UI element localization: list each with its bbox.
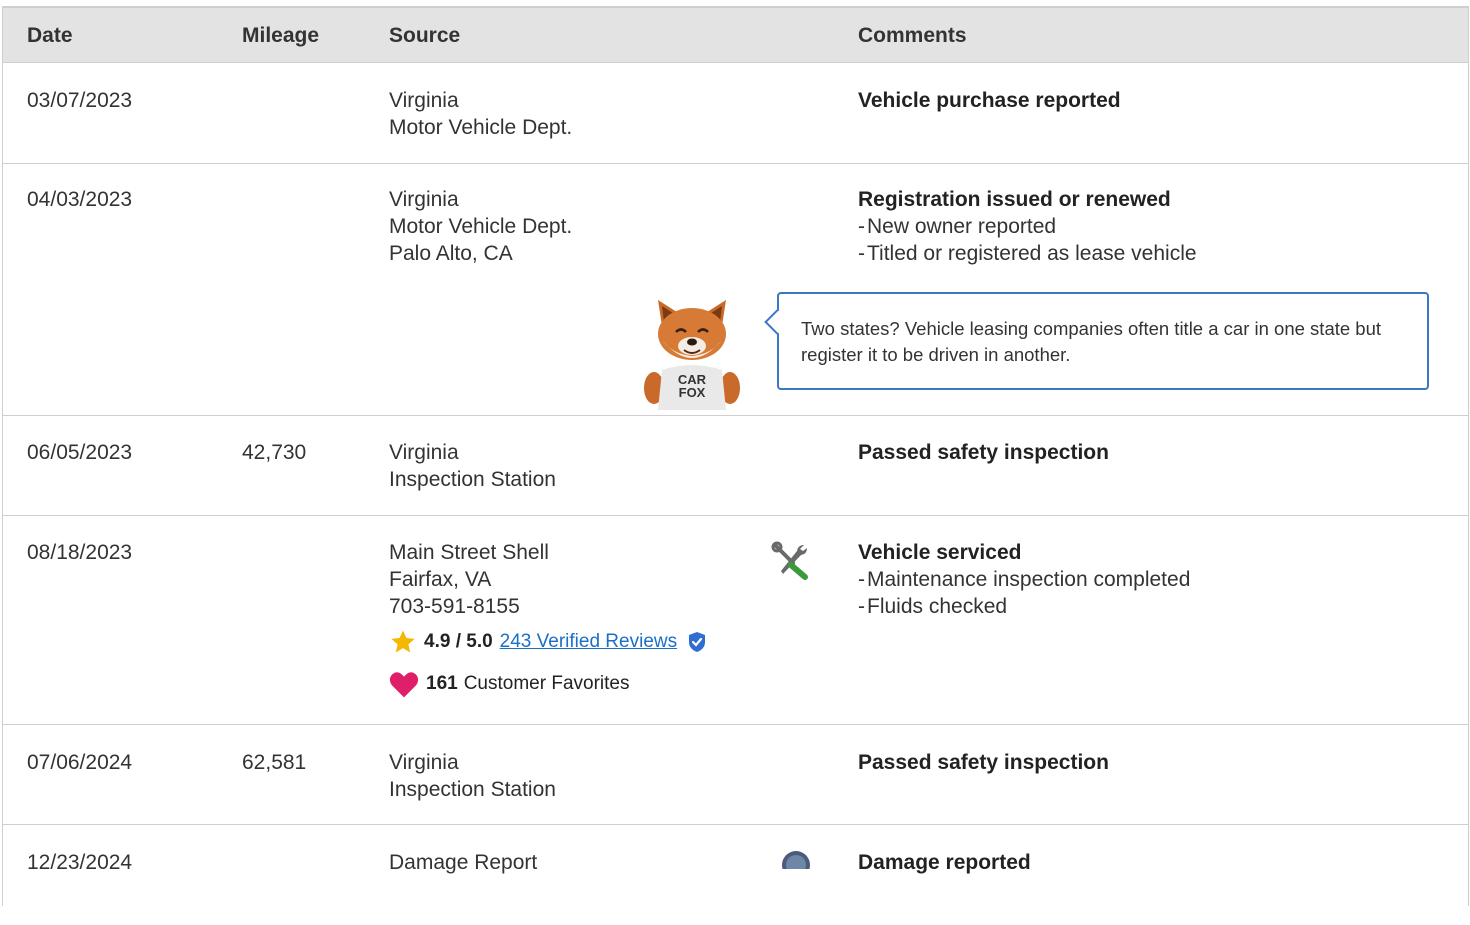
comment-title: Vehicle serviced [858,541,1022,564]
comment-title: Vehicle purchase reported [858,89,1121,112]
table-header: Date Mileage Source Comments [3,6,1468,63]
header-comments[interactable]: Comments [858,24,967,48]
row-mileage: 62,581 [242,751,307,774]
row-date: 07/06/2024 [27,751,133,774]
source-line: Inspection Station [389,778,556,801]
comment-title: Passed safety inspection [858,441,1109,464]
row-comments: Vehicle purchase reported [858,87,1121,114]
row-source: Damage Report [389,849,537,876]
row-source: Virginia Motor Vehicle Dept. [389,87,572,141]
vehicle-history-table: Date Mileage Source Comments 03/07/2023 … [2,6,1469,906]
source-line: Damage Report [389,851,538,874]
verified-reviews-link[interactable]: 243 Verified Reviews [500,631,677,653]
comment-item: Maintenance inspection completed [858,566,1190,593]
tooltip-text: Two states? Vehicle leasing companies of… [801,318,1382,365]
shop-rating: 4.9 / 5.0 243 Verified Reviews [388,628,707,656]
shop-phone[interactable]: 703-591-8155 [389,593,549,620]
header-mileage[interactable]: Mileage [242,24,319,48]
rating-score: 4.9 / 5.0 [424,631,493,652]
source-line: Motor Vehicle Dept. [389,116,573,139]
table-row: 06/05/2023 42,730 Virginia Inspection St… [3,416,1468,516]
source-line: Virginia [389,441,459,464]
damage-icon [782,851,810,869]
header-source[interactable]: Source [389,24,460,48]
shop-name[interactable]: Main Street Shell [389,539,549,566]
source-line: Motor Vehicle Dept. [389,215,573,238]
comment-item: Titled or registered as lease vehicle [858,240,1197,267]
table-row: 03/07/2023 Virginia Motor Vehicle Dept. … [3,63,1468,164]
row-source: Main Street Shell Fairfax, VA 703-591-81… [389,539,549,620]
row-date: 08/18/2023 [27,541,133,564]
source-line: Virginia [389,188,459,211]
heart-icon [389,672,419,698]
source-line: Virginia [389,89,459,112]
comment-title: Damage reported [858,851,1031,874]
row-comments: Registration issued or renewed New owner… [858,186,1197,267]
favorites-count: 161 [426,673,458,694]
table-row: 12/23/2024 Damage Report Damage reported [3,825,1468,925]
row-date: 12/23/2024 [27,851,133,874]
verified-shield-icon [689,632,706,652]
table-row: 08/18/2023 Main Street Shell Fairfax, VA… [3,516,1468,725]
row-comments: Passed safety inspection [858,439,1109,466]
row-source: Virginia Motor Vehicle Dept. Palo Alto, … [389,186,572,267]
row-comments: Vehicle serviced Maintenance inspection … [858,539,1190,620]
customer-favorites: 161 Customer Favorites [388,669,629,699]
row-source: Virginia Inspection Station [389,749,556,803]
star-icon [391,630,415,653]
service-wrench-icon [771,541,808,580]
row-comments: Damage reported [858,849,1031,876]
comment-title: Passed safety inspection [858,751,1109,774]
row-date: 06/05/2023 [27,441,133,464]
row-comments: Passed safety inspection [858,749,1109,776]
mascot-text: FOX [679,385,706,400]
source-line: Inspection Station [389,468,556,491]
header-date[interactable]: Date [27,24,73,48]
comment-title: Registration issued or renewed [858,188,1171,211]
row-date: 04/03/2023 [27,188,133,211]
lease-info-tooltip: Two states? Vehicle leasing companies of… [777,292,1429,390]
source-line: Palo Alto, CA [389,242,513,265]
comment-item: Fluids checked [858,593,1190,620]
table-row: 07/06/2024 62,581 Virginia Inspection St… [3,725,1468,825]
favorites-label: Customer Favorites [463,673,630,694]
source-line: Virginia [389,751,459,774]
row-date: 03/07/2023 [27,89,133,112]
source-line: Fairfax, VA [389,568,492,591]
comment-item: New owner reported [858,213,1197,240]
row-mileage: 42,730 [242,441,307,464]
carfox-mascot-icon: CAR FOX [644,300,740,410]
row-source: Virginia Inspection Station [389,439,556,493]
